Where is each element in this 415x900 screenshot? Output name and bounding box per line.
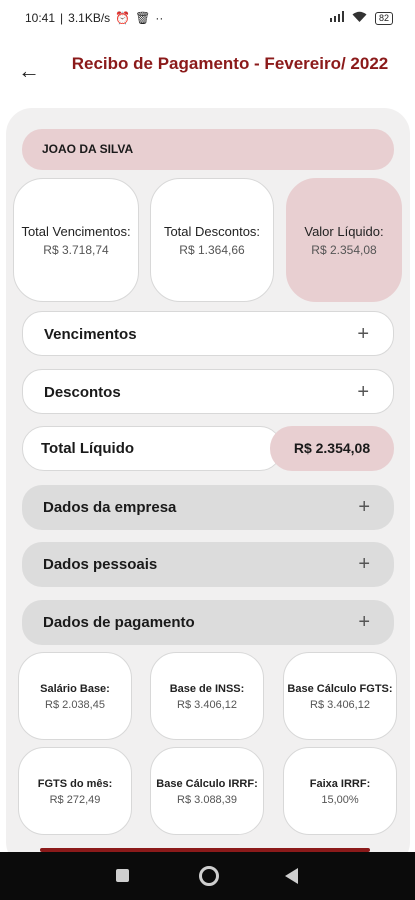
section-label: Descontos — [44, 384, 121, 401]
vencimentos-section[interactable]: Vencimentos + — [22, 311, 394, 356]
detail-value: R$ 3.088,39 — [177, 793, 237, 806]
total-descontos-card: Total Descontos: R$ 1.364,66 — [150, 178, 274, 302]
fgts-mes-card: FGTS do mês: R$ 272,49 — [18, 747, 132, 835]
detail-value: R$ 2.038,45 — [45, 698, 105, 711]
total-liquido-value: R$ 2.354,08 — [270, 426, 394, 471]
employee-name: JOAO DA SILVA — [22, 129, 394, 170]
card-label: Valor Líquido: — [304, 223, 384, 239]
card-value: R$ 1.364,66 — [179, 242, 245, 257]
trash-icon: 🗑 — [135, 11, 151, 25]
signal-icon — [329, 11, 344, 25]
status-time: 10:41 — [25, 11, 56, 25]
base-fgts-card: Base Cálculo FGTS: R$ 3.406,12 — [283, 652, 397, 740]
plus-icon[interactable]: + — [357, 370, 369, 415]
valor-liquido-card: Valor Líquido: R$ 2.354,08 — [286, 178, 402, 302]
descontos-section[interactable]: Descontos + — [22, 369, 394, 414]
status-left: 10:41 | 3.1KB/s ⏰ 🗑 ·· — [25, 11, 163, 25]
detail-label: Base Cálculo FGTS: — [287, 682, 393, 695]
section-label: Dados da empresa — [43, 499, 177, 516]
dados-pagamento-section[interactable]: Dados de pagamento + — [22, 600, 394, 645]
battery-icon: 82 — [374, 11, 393, 25]
card-label: Total Vencimentos: — [21, 223, 131, 239]
base-irrf-card: Base Cálculo IRRF: R$ 3.088,39 — [150, 747, 264, 835]
network-speed: 3.1KB/s — [68, 11, 111, 25]
status-bar: 10:41 | 3.1KB/s ⏰ 🗑 ·· 82 — [0, 0, 415, 36]
status-right: 82 — [329, 11, 393, 25]
back-icon[interactable] — [285, 868, 298, 884]
recents-icon[interactable] — [116, 869, 129, 882]
detail-label: Faixa IRRF: — [309, 777, 371, 790]
detail-value: R$ 3.406,12 — [310, 698, 370, 711]
dados-pessoais-section[interactable]: Dados pessoais + — [22, 542, 394, 587]
system-nav-bar — [0, 852, 415, 900]
plus-icon[interactable]: + — [358, 600, 370, 645]
plus-icon[interactable]: + — [358, 485, 370, 530]
card-value: R$ 3.718,74 — [43, 242, 109, 257]
detail-label: Salário Base: — [40, 682, 110, 695]
salario-base-card: Salário Base: R$ 2.038,45 — [18, 652, 132, 740]
detail-label: Base de INSS: — [169, 682, 245, 695]
home-icon[interactable] — [199, 866, 219, 886]
section-label: Vencimentos — [44, 326, 137, 343]
card-label: Total Descontos: — [163, 223, 261, 239]
separator: | — [60, 11, 64, 25]
dados-empresa-section[interactable]: Dados da empresa + — [22, 485, 394, 530]
wifi-icon — [352, 11, 367, 25]
plus-icon[interactable]: + — [357, 312, 369, 357]
detail-label: FGTS do mês: — [37, 777, 113, 790]
faixa-irrf-card: Faixa IRRF: 15,00% — [283, 747, 397, 835]
total-liquido-label: Total Líquido — [22, 426, 282, 471]
section-label: Dados de pagamento — [43, 614, 195, 631]
plus-icon[interactable]: + — [358, 542, 370, 587]
page-title: Recibo de Pagamento - Fevereiro/ 2022 — [71, 54, 389, 73]
detail-label: Base Cálculo IRRF: — [156, 777, 258, 790]
section-label: Dados pessoais — [43, 556, 158, 573]
detail-value: R$ 272,49 — [49, 793, 101, 806]
receipt-panel: JOAO DA SILVA Total Vencimentos: R$ 3.71… — [6, 108, 410, 868]
app-header: ← Recibo de Pagamento - Fevereiro/ 2022 — [0, 38, 415, 108]
base-inss-card: Base de INSS: R$ 3.406,12 — [150, 652, 264, 740]
detail-value: 15,00% — [321, 793, 359, 806]
card-value: R$ 2.354,08 — [311, 242, 377, 257]
total-vencimentos-card: Total Vencimentos: R$ 3.718,74 — [13, 178, 139, 302]
detail-value: R$ 3.406,12 — [177, 698, 237, 711]
more-dots-icon: ·· — [155, 11, 164, 25]
alarm-icon: ⏰ — [115, 11, 131, 25]
back-arrow-icon[interactable]: ← — [18, 58, 40, 84]
